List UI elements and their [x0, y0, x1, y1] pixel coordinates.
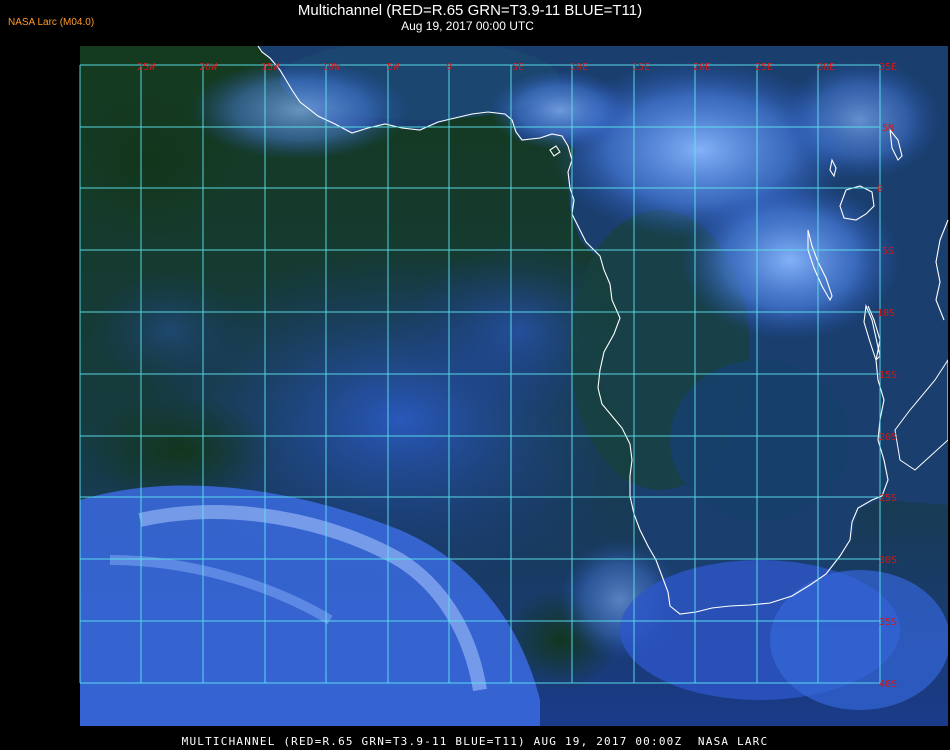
lon-label-20w: 20W — [199, 62, 218, 73]
lat-label-30s: 30S — [879, 555, 897, 566]
lat-label-0: 0 — [877, 184, 883, 195]
imagery-layer — [80, 46, 948, 726]
lat-label-20s: 20S — [879, 432, 897, 443]
lon-label-15e: 15E — [632, 62, 650, 73]
lon-label-10w: 10W — [322, 62, 341, 73]
lon-label-25w: 25W — [137, 62, 156, 73]
satellite-map: 25W 20W 15W 10W 5W 0 5E 10E 15E 20E 25E … — [79, 45, 949, 726]
lat-label-10s: 10S — [877, 308, 895, 319]
lat-label-35s: 35S — [879, 617, 897, 628]
footer-caption: MULTICHANNEL (RED=R.65 GRN=T3.9-11 BLUE=… — [181, 735, 769, 748]
lat-label-15s: 15S — [879, 370, 897, 381]
convective-cloud — [680, 180, 900, 340]
satellite-image-page: NASA Larc (M04.0) Multichannel (RED=R.65… — [0, 0, 950, 750]
lon-label-15w: 15W — [261, 62, 280, 73]
convective-cloud — [780, 60, 940, 180]
lat-label-5n: 5N — [882, 123, 894, 134]
itcz-cloud — [190, 60, 410, 160]
lon-label-25e: 25E — [755, 62, 773, 73]
lon-label-35e: 35E — [879, 62, 897, 73]
lon-label-5e: 5E — [512, 62, 524, 73]
lon-label-30e: 30E — [817, 62, 835, 73]
land-interior — [670, 360, 850, 520]
lon-label-10e: 10E — [570, 62, 588, 73]
lat-label-25s: 25S — [879, 493, 897, 504]
lat-label-40s: 40S — [879, 679, 897, 690]
low-cloud-patch — [90, 270, 250, 390]
lon-label-0: 0 — [446, 62, 452, 73]
lon-label-5w: 5W — [387, 62, 400, 73]
southern-cloud-deck — [770, 570, 948, 710]
lat-label-5s: 5S — [882, 246, 894, 257]
lon-label-20e: 20E — [693, 62, 711, 73]
